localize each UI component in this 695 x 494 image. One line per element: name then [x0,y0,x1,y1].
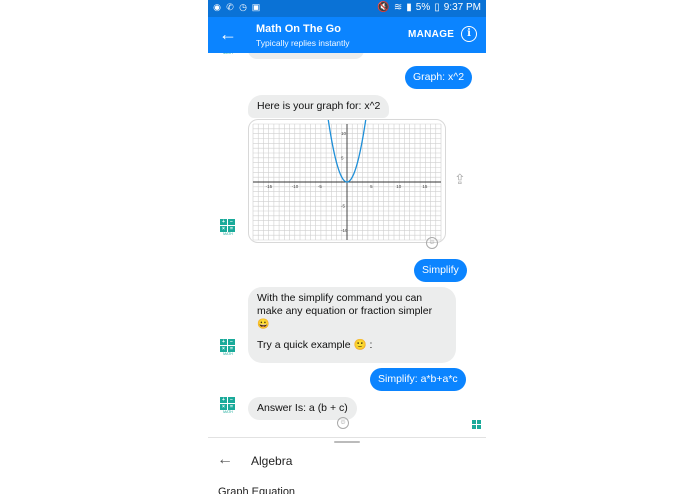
user-message-graph: Graph: x^2 [405,66,473,89]
battery-percent: 5% [415,2,431,13]
reaction-button[interactable]: ☺ [337,417,349,429]
simplify-example-prompt: Try a quick example 🙂 : [257,339,373,351]
smile-emoji-icon: 🙂 [353,339,367,351]
menu-item-graph-equation[interactable]: Graph Equation [218,486,295,494]
simplify-explanation: With the simplify command you can make a… [257,292,433,317]
status-bar: ◉ ✆ ◷ ▣ 🔇 ≋ ▮ 5% ▯ 9:37 PM [208,0,486,17]
persistent-menu: ← Algebra Graph Equation [208,437,486,494]
info-button[interactable]: i [461,26,477,42]
seen-avatar-icon [472,420,481,429]
chat-subtitle: Typically replies instantly [256,38,350,48]
chat-thread[interactable]: MATH Graph: x^2 Here is your graph for: … [208,53,486,437]
y-tick-label: -10 [341,228,348,233]
x-tick-label: 5 [370,184,373,189]
clock-time: 9:37 PM [443,2,481,13]
clock-icon: ◷ [239,2,247,12]
share-icon[interactable]: ⇪ [454,171,470,191]
whatsapp-icon: ◉ [213,2,221,12]
graph-plot: -15 -10 -5 5 10 15 105-5-10 [252,120,442,241]
system-icons: 🔇 ≋ ▮ 5% ▯ 9:37 PM [377,2,481,13]
notification-icons: ◉ ✆ ◷ ▣ [212,2,261,12]
x-tick-label: 10 [396,184,402,189]
bot-message-partial [248,53,364,59]
x-tick-label: -5 [318,184,322,189]
grin-emoji-icon: 😀 [257,319,270,330]
chat-title: Math On The Go [256,23,341,35]
user-message-example: Simplify: a*b+a*c [370,368,466,391]
menu-title: Algebra [251,454,293,468]
bot-avatar: MATH [223,53,233,55]
bot-message-simplify: With the simplify command you can make a… [248,287,456,363]
bot-avatar: + − × = MATH [220,339,236,357]
x-tick-label: -10 [292,184,299,189]
viber-icon: ✆ [226,2,234,12]
user-message-simplify: Simplify [414,259,467,282]
bot-avatar: + − × = MATH [220,397,236,415]
image-icon: ▣ [251,2,261,12]
battery-icon: ▯ [434,2,440,13]
back-button[interactable]: ← [218,23,238,45]
signal-icon: ▮ [406,2,412,13]
menu-back-button[interactable]: ← [216,451,234,469]
drag-handle[interactable] [334,441,360,443]
wifi-icon: ≋ [393,2,403,13]
manage-button[interactable]: MANAGE [408,29,454,40]
mute-icon: 🔇 [377,2,390,13]
x-tick-label: -15 [266,184,273,189]
bot-avatar: + − × = MATH [220,219,236,237]
graph-image[interactable]: -15 -10 -5 5 10 15 10 5 -5 -10 [248,119,446,243]
phone-screen: ◉ ✆ ◷ ▣ 🔇 ≋ ▮ 5% ▯ 9:37 PM ← Math On The… [208,0,486,494]
app-bar: ← Math On The Go Typically replies insta… [208,17,486,53]
y-tick-label: 10 [341,131,347,136]
y-tick-label: -5 [341,204,345,209]
bot-message-graph-intro: Here is your graph for: x^2 [248,95,390,118]
reaction-button[interactable]: ☺ [426,237,438,249]
x-tick-label: 15 [422,184,428,189]
